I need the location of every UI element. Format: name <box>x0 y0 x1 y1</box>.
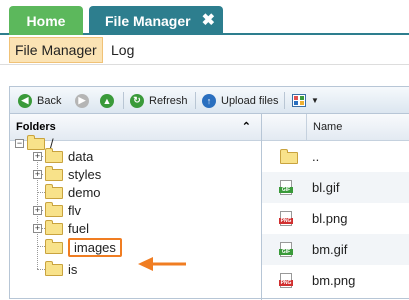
annotation-arrow-icon <box>138 257 186 271</box>
refresh-icon: ↻ <box>130 93 144 108</box>
folder-icon <box>45 238 63 254</box>
tab-strip: Home File Manager ✖ <box>0 0 409 35</box>
view-mode-button[interactable]: ▼ <box>292 92 319 109</box>
tab-file-manager-label: File Manager <box>105 12 191 29</box>
tree-node-is[interactable]: is <box>45 260 78 278</box>
expand-toggle-icon[interactable]: + <box>33 152 42 161</box>
expand-toggle-icon[interactable]: + <box>33 224 42 233</box>
tree-node-demo[interactable]: demo <box>45 183 101 201</box>
tree-node-fuel[interactable]: + fuel <box>33 219 89 237</box>
folder-icon <box>45 201 63 217</box>
column-divider <box>306 114 307 140</box>
tab-home-label: Home <box>26 12 66 29</box>
folder-icon <box>45 183 63 199</box>
toolbar-divider <box>284 92 285 109</box>
up-button[interactable]: ▲ <box>100 92 119 109</box>
forward-arrow-icon: ▶ <box>75 93 89 108</box>
gif-file-icon: GIF <box>279 180 293 195</box>
file-row-parent[interactable]: .. <box>262 141 409 172</box>
file-name: bm.gif <box>312 242 348 257</box>
tree-node-label: demo <box>68 185 101 200</box>
upload-files-button[interactable]: ↑ Upload files <box>202 92 278 109</box>
file-row[interactable]: PNG bl.png <box>262 203 409 234</box>
tree-node-label: styles <box>68 167 102 182</box>
tab-file-manager[interactable]: File Manager ✖ <box>89 6 223 35</box>
folder-icon <box>45 219 63 235</box>
file-row[interactable]: PNG bm.png <box>262 265 409 296</box>
files-pane: Name .. GIF bl.gif PNG bl.png GIF bm.gif… <box>262 114 409 300</box>
tree-node-label: fuel <box>68 221 89 236</box>
sub-navigation: File Manager Log <box>0 35 409 65</box>
toolbar: ◀ Back ▶ ▲ ↻ Refresh ↑ Upload files ▼ <box>10 87 409 114</box>
refresh-button[interactable]: ↻ Refresh <box>130 92 188 109</box>
file-row[interactable]: GIF bm.gif <box>262 234 409 265</box>
column-name-header[interactable]: Name <box>313 114 342 140</box>
expand-toggle-icon[interactable]: + <box>33 170 42 179</box>
tree-node-label: is <box>68 262 78 277</box>
folders-pane: Folders ⌃ − / + data + styles demo + flv… <box>10 114 262 300</box>
tab-home[interactable]: Home <box>9 6 83 35</box>
toolbar-divider <box>195 92 196 109</box>
file-manager-panel: ◀ Back ▶ ▲ ↻ Refresh ↑ Upload files ▼ Fo… <box>9 86 409 300</box>
close-icon[interactable]: ✖ <box>202 13 215 29</box>
back-button[interactable]: ◀ Back <box>18 92 61 109</box>
upload-files-label: Upload files <box>221 94 279 107</box>
file-name: bl.png <box>312 211 348 226</box>
file-row[interactable]: GIF bl.gif <box>262 172 409 203</box>
gif-file-icon: GIF <box>279 242 293 257</box>
folder-icon <box>45 147 63 163</box>
tree-node-images[interactable]: images <box>45 238 122 257</box>
files-column-header: Name <box>262 114 409 141</box>
tree-node-styles[interactable]: + styles <box>33 165 102 183</box>
folders-title: Folders <box>16 121 56 133</box>
refresh-button-label: Refresh <box>149 94 188 107</box>
png-file-icon: PNG <box>279 211 293 226</box>
file-name: bm.png <box>312 273 356 288</box>
tree-node-label: data <box>68 149 94 164</box>
back-button-label: Back <box>37 94 62 107</box>
grid-view-icon <box>292 94 306 107</box>
up-arrow-icon: ▲ <box>100 93 114 108</box>
tree-node-flv[interactable]: + flv <box>33 201 81 219</box>
tree-node-label: flv <box>68 203 81 218</box>
folder-icon <box>45 165 63 181</box>
folder-icon <box>280 149 298 164</box>
tree-node-data[interactable]: + data <box>33 147 94 165</box>
dropdown-arrow-icon: ▼ <box>311 96 319 105</box>
png-file-icon: PNG <box>279 273 293 288</box>
toolbar-divider <box>123 92 124 109</box>
back-arrow-icon: ◀ <box>18 93 32 108</box>
file-name: bl.gif <box>312 180 340 195</box>
file-name: .. <box>312 149 320 164</box>
collapse-chevron-icon[interactable]: ⌃ <box>242 114 251 140</box>
subnav-item-log[interactable]: Log <box>106 37 139 63</box>
expand-toggle-icon[interactable]: + <box>33 206 42 215</box>
collapse-toggle-icon[interactable]: − <box>15 139 24 148</box>
upload-globe-icon: ↑ <box>202 93 216 108</box>
forward-button[interactable]: ▶ <box>75 92 94 109</box>
folder-icon <box>45 260 63 276</box>
subnav-item-file-manager[interactable]: File Manager <box>9 37 103 63</box>
tree-node-label-highlighted: images <box>68 238 122 257</box>
